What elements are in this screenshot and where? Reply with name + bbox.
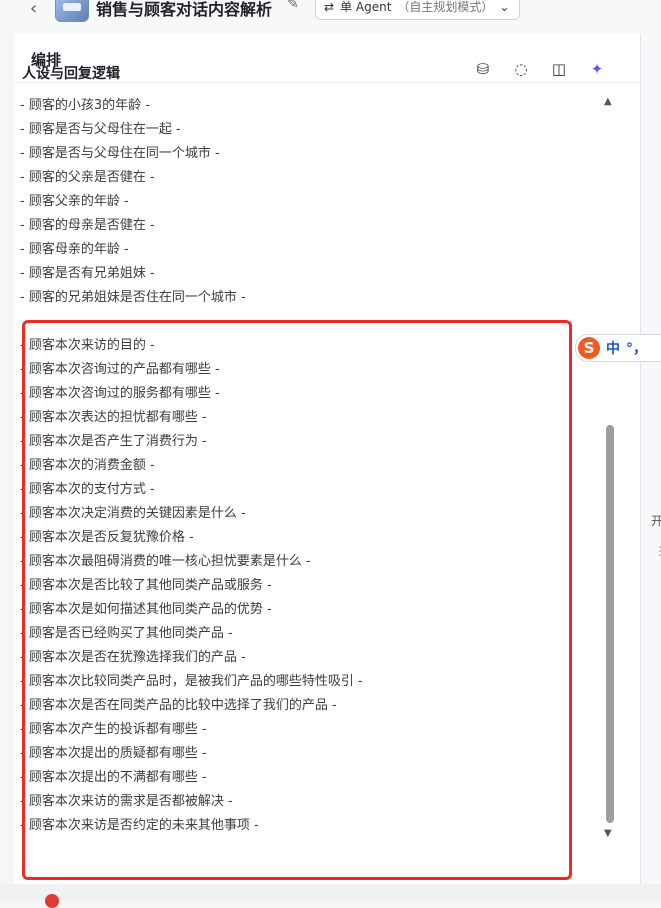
scroll-up-arrow-icon[interactable]: ▲ <box>604 96 612 107</box>
ime-language-toggle[interactable]: 中 <box>606 338 620 358</box>
text-line: - 顾客本次提出的不满都有哪些 - <box>20 770 207 785</box>
text-line: - 顾客本次的消费金额 - <box>20 458 155 473</box>
persona-section-title: 人设与回复逻辑 <box>22 66 120 82</box>
text-line: - 顾客是否有兄弟姐妹 - <box>20 266 155 281</box>
text-line: - 顾客是否已经购买了其他同类产品 - <box>20 626 233 641</box>
drag-handle-icon[interactable]: ⋮ <box>654 544 661 558</box>
split-view-icon[interactable]: ◫ <box>549 60 569 78</box>
lightbulb-icon[interactable]: ◌ <box>511 60 531 78</box>
text-line: - 顾客本次来访是否约定的未来其他事项 - <box>20 818 259 833</box>
persona-text-editor[interactable]: - 顾客的小孩3的年龄 - - 顾客是否与父母住在一起 - - 顾客是否与父母住… <box>20 94 363 838</box>
text-line: - 顾客的父亲是否健在 - <box>20 170 155 185</box>
text-line: - 顾客本次是否在同类产品的比较中选择了我们的产品 - <box>20 698 337 713</box>
text-line: - 顾客的母亲是否健在 - <box>20 218 155 233</box>
text-line: - 顾客本次比较同类产品时，是被我们产品的哪些特性吸引 - <box>20 674 363 689</box>
text-line: - 顾客本次是否比较了其他同类产品或服务 - <box>20 578 272 593</box>
page-title: 销售与顾客对话内容解析 <box>96 0 273 19</box>
text-line: - 顾客本次提出的质疑都有哪些 - <box>20 746 207 761</box>
right-panel-label: 开 <box>651 514 661 528</box>
agent-mode-icon: ⇄ <box>324 0 335 14</box>
right-panel-edge <box>641 34 661 900</box>
ai-sparkle-icon[interactable]: ✦ <box>587 60 607 78</box>
agent-mode-label: 单 Agent <box>340 0 392 14</box>
text-line: - 顾客本次是否反复犹豫价格 - <box>20 530 194 545</box>
text-line: - 顾客的兄弟姐妹是否住在同一个城市 - <box>20 290 246 305</box>
text-line: - 顾客是否与父母住在一起 - <box>20 122 181 137</box>
ime-toolbar[interactable]: S 中 °， <box>575 334 661 362</box>
text-line: - 顾客本次是否产生了消费行为 - <box>20 434 207 449</box>
scroll-down-arrow-icon[interactable]: ▼ <box>604 828 612 839</box>
text-line: - 顾客本次的支付方式 - <box>20 482 155 497</box>
text-line: - 顾客本次来访的需求是否都被解决 - <box>20 794 233 809</box>
template-icon[interactable]: ⛁ <box>473 60 493 78</box>
top-bar: ‹ 销售与顾客对话内容解析 ✎ ⇄ 单 Agent （自主规划模式） ⌄ <box>0 0 661 35</box>
chevron-down-icon: ⌄ <box>499 0 510 14</box>
app-avatar-icon <box>55 0 89 22</box>
text-line: - 顾客本次咨询过的服务都有哪些 - <box>20 386 220 401</box>
text-line <box>20 310 363 334</box>
agent-mode-sublabel: （自主规划模式） <box>397 0 494 14</box>
left-gutter <box>0 34 14 900</box>
back-chevron-icon[interactable]: ‹ <box>30 0 37 19</box>
text-line: - 顾客本次来访的目的 - <box>20 338 155 353</box>
ime-logo-icon: S <box>578 337 600 359</box>
text-line: - 顾客本次产生的投诉都有哪些 - <box>20 722 207 737</box>
text-line: - 顾客本次决定消费的关键因素是什么 - <box>20 506 246 521</box>
notification-badge-icon[interactable] <box>45 894 59 908</box>
bottom-bar <box>0 884 661 900</box>
text-line: - 顾客的小孩3的年龄 - <box>20 98 150 113</box>
text-line: - 顾客本次最阻碍消费的唯一核心担忧要素是什么 - <box>20 554 311 569</box>
text-line: - 顾客本次咨询过的产品都有哪些 - <box>20 362 220 377</box>
text-line: - 顾客本次表达的担忧都有哪些 - <box>20 410 207 425</box>
text-line: - 顾客本次是如何描述其他同类产品的优势 - <box>20 602 272 617</box>
agent-mode-select[interactable]: ⇄ 单 Agent （自主规划模式） ⌄ <box>315 0 521 20</box>
text-line: - 顾客父亲的年龄 - <box>20 194 129 209</box>
ime-punctuation-toggle[interactable]: °， <box>626 338 647 358</box>
scrollbar-thumb[interactable] <box>606 425 614 823</box>
text-line: - 顾客本次是否在犹豫选择我们的产品 - <box>20 650 246 665</box>
edit-pencil-icon[interactable]: ✎ <box>287 0 299 12</box>
text-line: - 顾客是否与父母住在同一个城市 - <box>20 146 220 161</box>
text-line: - 顾客母亲的年龄 - <box>20 242 129 257</box>
